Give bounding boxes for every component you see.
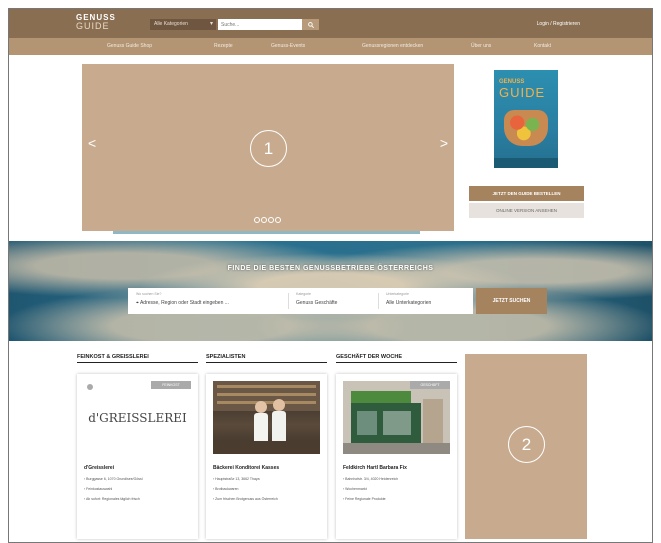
subcategory-field[interactable]: Unterkategorie Alle Unterkategorien	[386, 292, 431, 306]
guide-promo: GENUSS GUIDE JETZT DEN GUIDE BESTELLEN O…	[469, 64, 584, 229]
location-value: ⌖ Adresse, Region oder Stadt eingeben ..…	[136, 300, 229, 306]
order-guide-button[interactable]: JETZT DEN GUIDE BESTELLEN	[469, 186, 584, 201]
category-label: Kategorie	[296, 292, 311, 296]
location-value-text: Adresse, Region oder Stadt eingeben ...	[139, 300, 229, 306]
section-rule	[336, 362, 457, 363]
category-select-value: Alle Kategorien	[154, 21, 188, 27]
bakery-photo	[213, 381, 320, 454]
category-field[interactable]: Kategorie Genuss Geschäfte	[296, 292, 337, 306]
search-input[interactable]	[218, 19, 302, 30]
business-image[interactable]: d'GREISSLEREI	[84, 381, 191, 454]
ad-placeholder[interactable]: 2	[465, 354, 587, 539]
favorite-icon[interactable]	[87, 384, 93, 390]
business-card[interactable]: d'GREISSLEREI FEINKOST d'Greisslerei › B…	[77, 374, 198, 539]
search-submit-button[interactable]: JETZT SUCHEN	[476, 288, 547, 314]
business-card[interactable]: Bäckerei Konditorei Kasses › Hauptstraße…	[206, 374, 327, 539]
section-title-shop-of-week: GESCHÄFT DER WOCHE	[336, 354, 402, 360]
business-name[interactable]: Bäckerei Konditorei Kasses	[213, 465, 279, 471]
section-title-feinkost: FEINKOST & GREISSLEREI	[77, 354, 149, 360]
slider-next-button[interactable]: >	[440, 136, 448, 150]
guide-book-cover[interactable]: GENUSS GUIDE	[494, 70, 558, 168]
field-divider	[378, 293, 379, 309]
top-bar: GENUSS GUIDE Alle Kategorien ▾ Login / R…	[9, 9, 652, 38]
slot-number-badge: 2	[508, 426, 545, 463]
business-image[interactable]	[343, 381, 450, 454]
logo-line2: GUIDE	[76, 21, 110, 31]
business-card[interactable]: GESCHÄFT Feldkirch Hartl Barbara Fix › B…	[336, 374, 457, 539]
nav-item-about[interactable]: Über uns	[471, 38, 491, 55]
subcategory-label: Unterkategorie	[386, 292, 409, 296]
section-title-specialists: SPEZIALISTEN	[206, 354, 246, 360]
produce-basket-image	[504, 110, 548, 146]
search-icon	[307, 21, 314, 28]
business-name[interactable]: Feldkirch Hartl Barbara Fix	[343, 465, 407, 471]
main-nav: Genuss Guide Shop Rezepte Genuss-Events …	[9, 38, 652, 55]
slider-dot[interactable]	[275, 217, 281, 223]
hero-slider[interactable]: < > 1	[82, 64, 454, 231]
section-rule	[77, 362, 198, 363]
field-divider	[288, 293, 289, 309]
business-search-form: Wo suchen Sie? ⌖ Adresse, Region oder St…	[128, 288, 473, 314]
business-name[interactable]: d'Greisslerei	[84, 465, 114, 471]
login-link[interactable]: Login / Registrieren	[537, 21, 580, 27]
search-button[interactable]	[302, 19, 319, 30]
business-address: › Bahnhofstr. 3/4, 4020 Heidenreich	[343, 477, 399, 481]
category-tag: GESCHÄFT	[410, 381, 450, 389]
location-label: Wo suchen Sie?	[136, 292, 162, 296]
nav-item-recipes[interactable]: Rezepte	[214, 38, 233, 55]
chevron-down-icon: ▾	[209, 21, 213, 27]
slider-dot[interactable]	[261, 217, 267, 223]
book-title: GUIDE	[499, 85, 546, 100]
business-note: › Feine Regionale Produkte	[343, 497, 386, 501]
nav-item-events[interactable]: Genuss-Events	[271, 38, 305, 55]
category-select[interactable]: Alle Kategorien ▾	[150, 19, 216, 30]
subcategory-value: Alle Unterkategorien	[386, 300, 432, 306]
map-pin-icon: ⌖	[136, 300, 139, 306]
business-category: › Feinkostauswahl	[84, 487, 113, 491]
business-note: › Zum frischen Brotgenuss aus Österreich	[213, 497, 278, 501]
slider-dot[interactable]	[254, 217, 260, 223]
business-address: › Burggasse 6, 1070 Grundlsee/Gössl	[84, 477, 143, 481]
book-footer-band	[494, 158, 558, 168]
business-note: › Ab sofort: Regionales täglich frisch	[84, 497, 140, 501]
search-band-title: FINDE DIE BESTEN GENUSSBETRIEBE ÖSTERREI…	[227, 265, 434, 272]
site-logo[interactable]: GENUSS GUIDE	[76, 14, 116, 31]
category-tag: FEINKOST	[151, 381, 191, 389]
business-image[interactable]	[213, 381, 320, 454]
greisslerei-logo-text: d'GREISSLEREI	[88, 411, 187, 425]
shop-front-photo	[343, 381, 450, 454]
business-category: › Brotbackwaren	[213, 487, 239, 491]
search-band: FINDE DIE BESTEN GENUSSBETRIEBE ÖSTERREI…	[9, 241, 652, 341]
business-category: › Wochenmarkt	[343, 487, 367, 491]
nav-item-regions[interactable]: Genussregionen entdecken	[362, 38, 423, 55]
online-version-button[interactable]: ONLINE VERSION ANSEHEN	[469, 203, 584, 218]
location-field[interactable]: Wo suchen Sie? ⌖ Adresse, Region oder St…	[136, 292, 229, 306]
slot-number-badge: 1	[250, 130, 287, 167]
nav-item-contact[interactable]: Kontakt	[534, 38, 551, 55]
nav-item-shop[interactable]: Genuss Guide Shop	[107, 38, 152, 55]
category-value: Genuss Geschäfte	[296, 300, 338, 306]
slider-dot[interactable]	[268, 217, 274, 223]
slider-dots	[254, 217, 281, 223]
section-rule	[206, 362, 327, 363]
slider-underline	[113, 231, 420, 234]
business-address: › Hauptstraße 13, 3662 Thaya	[213, 477, 260, 481]
slider-prev-button[interactable]: <	[88, 136, 96, 150]
browser-frame: GENUSS GUIDE Alle Kategorien ▾ Login / R…	[8, 8, 653, 543]
